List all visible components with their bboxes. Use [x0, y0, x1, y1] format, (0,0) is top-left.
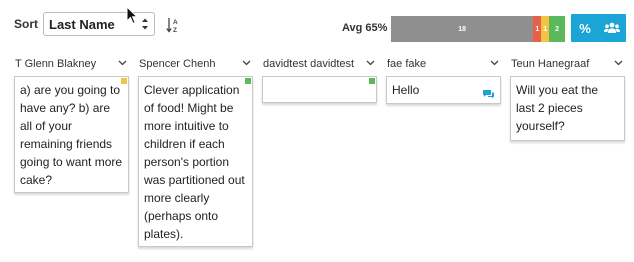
sort-select[interactable]: Last Name	[43, 12, 155, 36]
percent-view-button[interactable]: %	[571, 14, 599, 42]
response-text: Clever application of food! Might be mor…	[144, 83, 245, 241]
response-card[interactable]	[262, 76, 377, 103]
svg-text:A: A	[173, 19, 178, 26]
response-text: Hello	[392, 83, 420, 97]
status-dot	[369, 78, 375, 84]
column-header-name: T Glenn Blakney	[15, 58, 97, 70]
column-header-name: davidtest davidtest	[263, 58, 355, 70]
column-header-name: Teun Hanegraaf	[511, 58, 590, 70]
response-text: a) are you going to have any? b) are all…	[20, 83, 123, 187]
status-dot	[245, 78, 251, 84]
score-distribution-bar: 18 1 1 2	[391, 16, 565, 42]
column-header-name: fae fake	[387, 58, 427, 70]
chevron-down-icon[interactable]	[490, 60, 499, 66]
sort-az-icon[interactable]: A Z	[166, 17, 180, 33]
chat-bubble-icon[interactable]	[482, 89, 495, 99]
svg-text:Z: Z	[173, 27, 177, 33]
distribution-segment: 1	[541, 16, 550, 42]
chevron-down-icon[interactable]	[118, 60, 127, 66]
response-text: Will you eat the last 2 pieces yourself?	[516, 83, 599, 133]
response-card[interactable]: Clever application of food! Might be mor…	[138, 76, 253, 247]
chevron-down-icon[interactable]	[614, 60, 623, 66]
status-dot	[121, 78, 127, 84]
group-view-button[interactable]	[598, 14, 626, 42]
users-icon	[604, 22, 620, 33]
sort-select-value: Last Name	[49, 17, 115, 32]
distribution-segment: 18	[391, 16, 534, 42]
average-score: Avg 65%	[342, 22, 388, 34]
sort-label: Sort	[14, 17, 38, 31]
chevron-down-icon[interactable]	[366, 60, 375, 66]
distribution-segment: 2	[549, 16, 565, 42]
chevron-down-icon[interactable]	[242, 60, 251, 66]
response-card[interactable]: Hello	[386, 76, 501, 104]
column-header-name: Spencer Chenh	[139, 58, 216, 70]
sort-caret-icon	[142, 18, 148, 30]
response-card[interactable]: a) are you going to have any? b) are all…	[14, 76, 129, 193]
response-card[interactable]: Will you eat the last 2 pieces yourself?	[510, 76, 625, 141]
distribution-segment: 1	[533, 16, 542, 42]
mouse-cursor-icon	[126, 6, 138, 25]
